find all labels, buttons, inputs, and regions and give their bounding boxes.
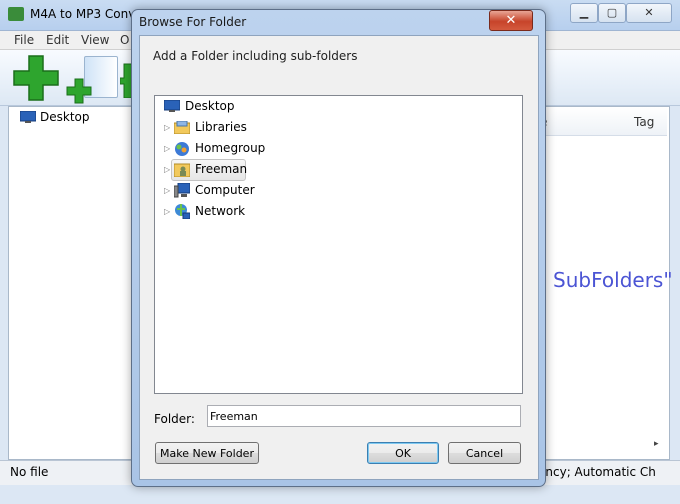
status-info: ency; Automatic Ch — [538, 465, 656, 479]
expand-arrow-icon[interactable]: ▷ — [164, 165, 170, 174]
app-title: M4A to MP3 Conve — [30, 7, 143, 21]
libraries-icon — [174, 121, 190, 134]
add-files-icon[interactable] — [12, 54, 60, 102]
app-close-button[interactable]: ✕ — [626, 3, 672, 23]
tree-item-freeman[interactable]: Freeman — [195, 162, 247, 176]
tree-item-network[interactable]: Network — [195, 204, 245, 218]
expand-arrow-icon[interactable]: ▷ — [164, 144, 170, 153]
tree-item-computer[interactable]: Computer — [195, 183, 255, 197]
computer-icon — [174, 183, 190, 198]
menu-file[interactable]: File — [14, 33, 34, 47]
tree-item-homegroup[interactable]: Homegroup — [195, 141, 265, 155]
maximize-button[interactable]: ▢ — [598, 3, 626, 23]
column-header-tag[interactable]: Tag — [634, 115, 654, 129]
add-folder-icon[interactable] — [66, 78, 92, 104]
dialog-close-button[interactable]: ✕ — [489, 10, 533, 31]
folder-tree[interactable] — [154, 95, 523, 394]
dialog-instruction: Add a Folder including sub-folders — [153, 49, 358, 63]
make-new-folder-button[interactable]: Make New Folder — [155, 442, 259, 464]
scroll-right-icon[interactable]: ▸ — [654, 439, 659, 449]
network-icon — [175, 204, 190, 219]
hint-text: d SubFolders" — [534, 268, 673, 292]
expand-arrow-icon[interactable]: ▷ — [164, 186, 170, 195]
dialog-title: Browse For Folder — [139, 15, 247, 29]
folder-input[interactable] — [207, 405, 521, 427]
folder-tree-pane[interactable] — [8, 106, 138, 460]
desktop-icon — [164, 100, 180, 112]
cancel-button[interactable]: Cancel — [448, 442, 521, 464]
menu-edit[interactable]: Edit — [46, 33, 69, 47]
tree-item-desktop[interactable]: Desktop — [40, 110, 90, 124]
expand-arrow-icon[interactable]: ▷ — [164, 207, 170, 216]
minimize-button[interactable]: ▁ — [570, 3, 598, 23]
app-icon — [8, 7, 24, 21]
ok-button[interactable]: OK — [367, 442, 439, 464]
menu-options[interactable]: O — [120, 33, 129, 47]
tree-item-libraries[interactable]: Libraries — [195, 120, 247, 134]
user-folder-icon — [174, 163, 190, 177]
tree-item-desktop[interactable]: Desktop — [185, 99, 235, 113]
expand-arrow-icon[interactable]: ▷ — [164, 123, 170, 132]
folder-label: Folder: — [154, 412, 195, 426]
desktop-icon — [20, 111, 36, 123]
homegroup-icon — [175, 142, 189, 156]
menu-view[interactable]: View — [81, 33, 109, 47]
status-text: No file — [10, 465, 49, 479]
